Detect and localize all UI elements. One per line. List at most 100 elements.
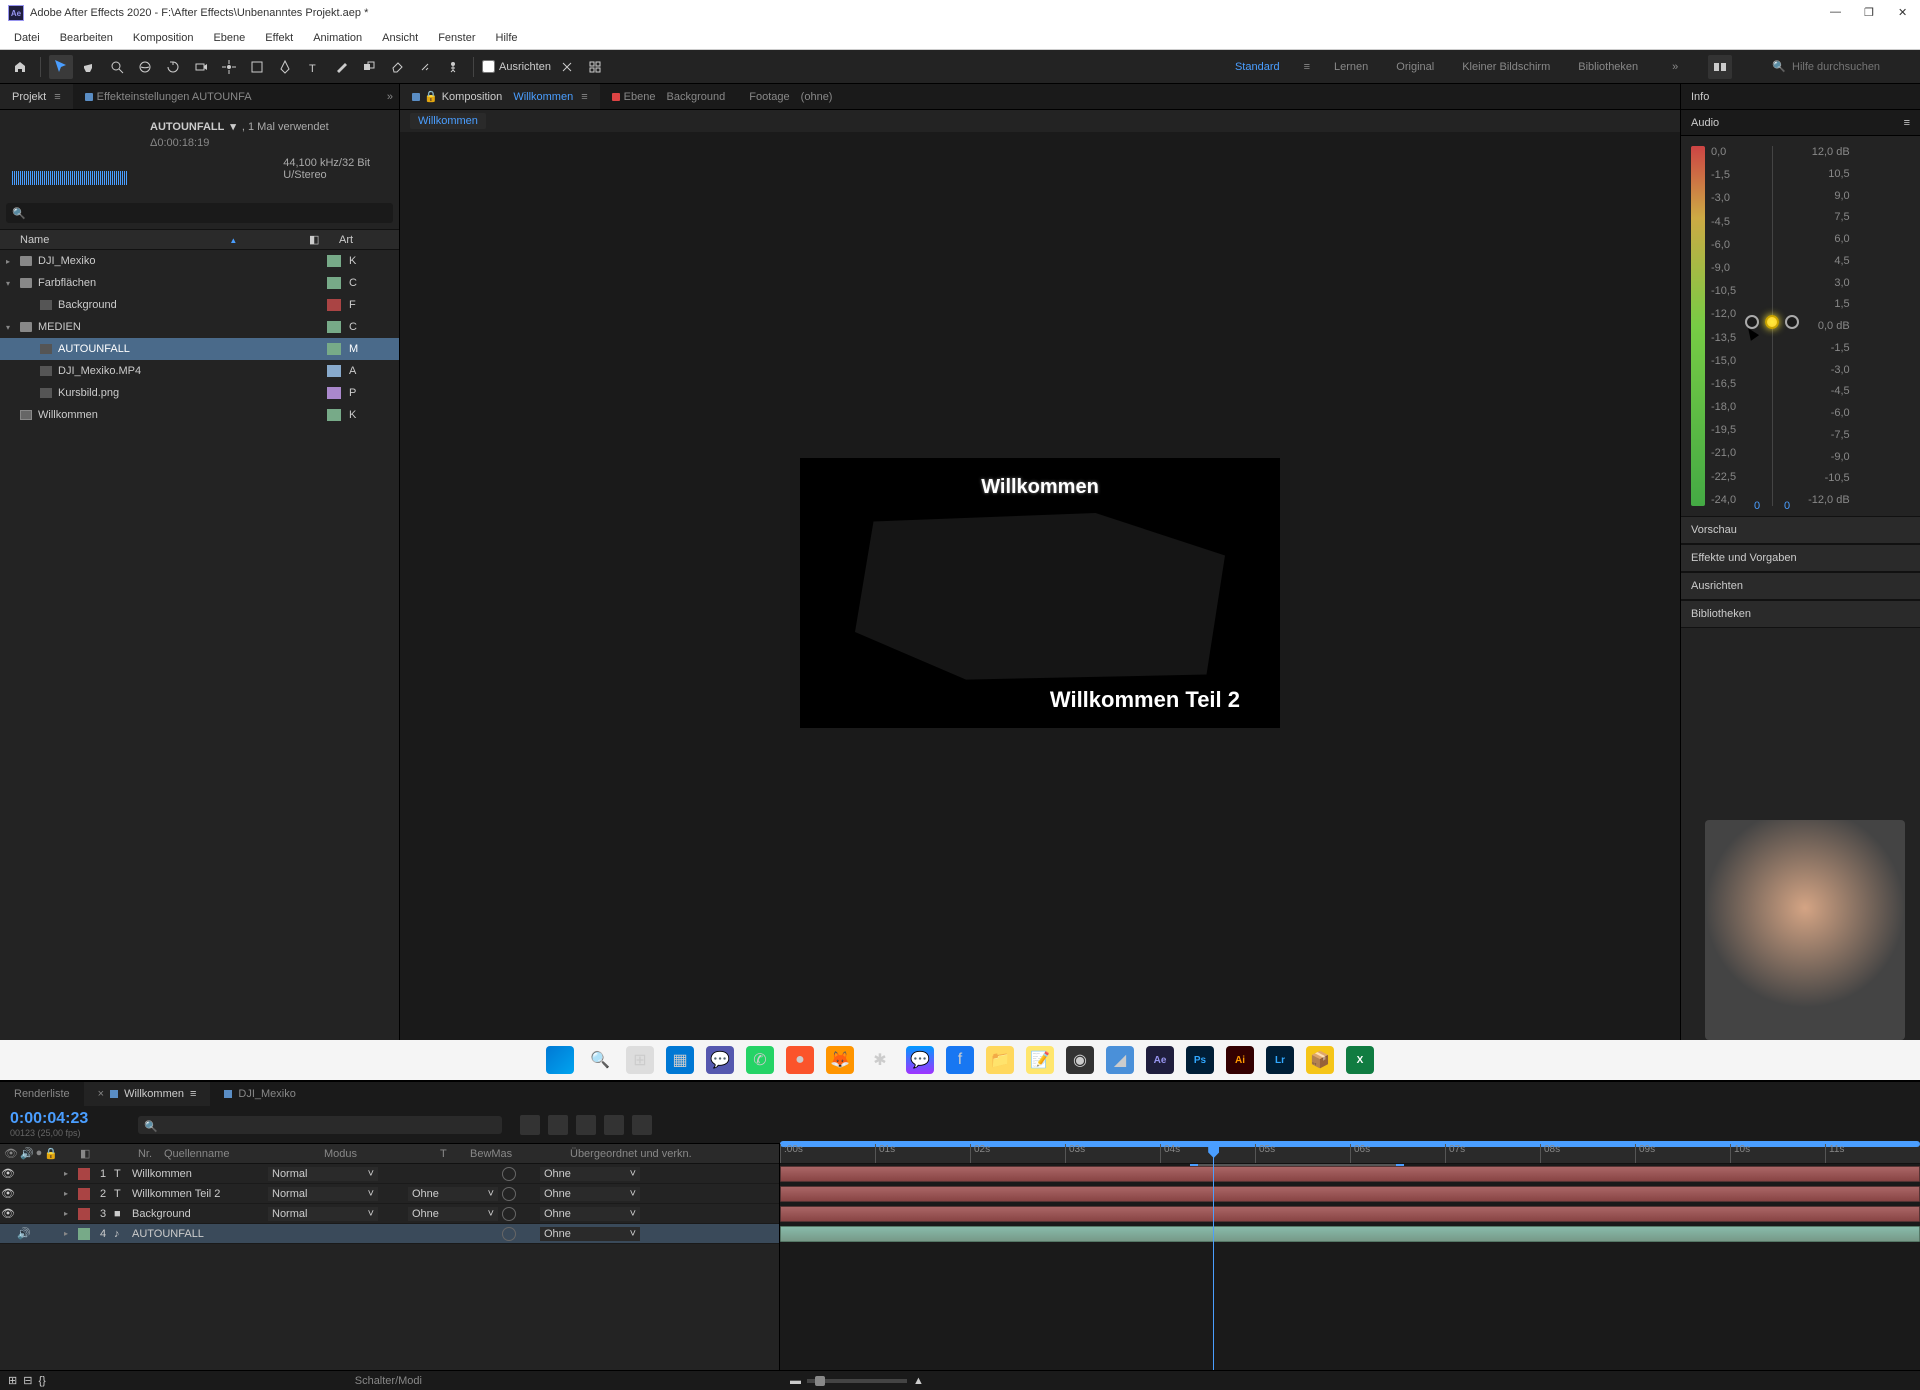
- puppet-tool[interactable]: [441, 55, 465, 79]
- ruler[interactable]: :00s01s02s03s04s05s06s07s08s09s10s11s12s: [780, 1144, 1920, 1164]
- ps-taskbar-icon[interactable]: Ps: [1186, 1046, 1214, 1074]
- start-icon[interactable]: [546, 1046, 574, 1074]
- minimize-button[interactable]: —: [1830, 6, 1844, 20]
- audio-header[interactable]: Audio≡: [1681, 110, 1920, 136]
- search-taskbar-icon[interactable]: 🔍: [586, 1046, 614, 1074]
- widgets-icon[interactable]: ▦: [666, 1046, 694, 1074]
- bibliotheken-header[interactable]: Bibliotheken: [1681, 600, 1920, 628]
- speaker-col-icon[interactable]: 🔊: [20, 1147, 34, 1160]
- zoom-slider[interactable]: [807, 1379, 907, 1383]
- tab-willkommen[interactable]: × Willkommen ≡: [84, 1082, 211, 1106]
- camera-tool[interactable]: [189, 55, 213, 79]
- obs-icon[interactable]: ◉: [1066, 1046, 1094, 1074]
- panel-overflow[interactable]: »: [381, 91, 399, 103]
- snap-icon[interactable]: [555, 55, 579, 79]
- menu-animation[interactable]: Animation: [303, 32, 372, 44]
- workspace-original[interactable]: Original: [1392, 61, 1438, 73]
- parent-select[interactable]: Ohne˅: [540, 1227, 640, 1241]
- switch-icon2[interactable]: ⊟: [23, 1374, 32, 1387]
- menu-ansicht[interactable]: Ansicht: [372, 32, 428, 44]
- layer-switch-icon[interactable]: [604, 1115, 624, 1135]
- vorschau-header[interactable]: Vorschau: [1681, 516, 1920, 544]
- zoom-tool[interactable]: [105, 55, 129, 79]
- roto-tool[interactable]: [413, 55, 437, 79]
- orbit-tool[interactable]: [133, 55, 157, 79]
- ausrichten-header[interactable]: Ausrichten: [1681, 572, 1920, 600]
- track-area[interactable]: :00s01s02s03s04s05s06s07s08s09s10s11s12s: [780, 1144, 1920, 1370]
- dropdown-icon[interactable]: ▾: [230, 120, 236, 133]
- parent-select[interactable]: Ohne˅: [540, 1187, 640, 1201]
- grid-icon[interactable]: [583, 55, 607, 79]
- blur-icon[interactable]: [548, 1115, 568, 1135]
- graph-icon[interactable]: [576, 1115, 596, 1135]
- playhead[interactable]: [1213, 1144, 1214, 1370]
- tab-dji-mexiko[interactable]: DJI_Mexiko: [210, 1082, 309, 1106]
- zoom-in-icon[interactable]: ▲: [913, 1375, 924, 1387]
- track-bar-1[interactable]: [780, 1166, 1920, 1182]
- timeline-search[interactable]: [138, 1116, 502, 1134]
- tag-header-icon[interactable]: ◧: [309, 233, 339, 246]
- messenger-icon[interactable]: 💬: [906, 1046, 934, 1074]
- app2-icon[interactable]: ◢: [1106, 1046, 1134, 1074]
- workspace-standard[interactable]: Standard: [1231, 61, 1284, 73]
- tree-item-willkommen[interactable]: Willkommen K: [0, 404, 399, 426]
- tab-renderliste[interactable]: Renderliste: [0, 1082, 84, 1106]
- menu-fenster[interactable]: Fenster: [428, 32, 485, 44]
- project-tree[interactable]: ▸ DJI_Mexiko K ▾ Farbflächen C Backgroun…: [0, 250, 399, 1054]
- tree-item-medien[interactable]: ▾ MEDIEN C: [0, 316, 399, 338]
- ai-taskbar-icon[interactable]: Ai: [1226, 1046, 1254, 1074]
- eraser-tool[interactable]: [385, 55, 409, 79]
- workspace-lernen[interactable]: Lernen: [1330, 61, 1372, 73]
- taskview-icon[interactable]: ⊞: [626, 1046, 654, 1074]
- lock-col-icon[interactable]: 🔒: [44, 1147, 58, 1160]
- solo-col-icon[interactable]: ●: [36, 1147, 43, 1160]
- lr-taskbar-icon[interactable]: Lr: [1266, 1046, 1294, 1074]
- excel-icon[interactable]: X: [1346, 1046, 1374, 1074]
- tree-item-dji-mexiko-mp4[interactable]: DJI_Mexiko.MP4 A: [0, 360, 399, 382]
- tab-ebene[interactable]: Ebene Background: [600, 84, 738, 109]
- layer-row-3[interactable]: 👁 ▸ 3 ■ Background Normal˅ Ohne˅ Ohne˅: [0, 1204, 779, 1224]
- bew-select[interactable]: Ohne˅: [408, 1187, 498, 1201]
- parent-select[interactable]: Ohne˅: [540, 1167, 640, 1181]
- maximize-button[interactable]: ❐: [1864, 6, 1878, 20]
- ae-taskbar-icon[interactable]: Ae: [1146, 1046, 1174, 1074]
- flag-col-icon[interactable]: ◧: [80, 1148, 90, 1160]
- tab-close-icon[interactable]: ×: [98, 1088, 104, 1100]
- tab-effekteinstellungen[interactable]: Effekteinstellungen AUTOUNFA: [73, 84, 381, 109]
- rect-tool[interactable]: [245, 55, 269, 79]
- shy-icon[interactable]: [520, 1115, 540, 1135]
- slider-handle-right[interactable]: [1785, 315, 1799, 329]
- bew-select[interactable]: Ohne˅: [408, 1207, 498, 1221]
- tab-projekt[interactable]: Projekt≡: [0, 84, 73, 109]
- hand-tool[interactable]: [77, 55, 101, 79]
- pen-tool[interactable]: [273, 55, 297, 79]
- effekte-header[interactable]: Effekte und Vorgaben: [1681, 544, 1920, 572]
- switch-icon1[interactable]: ⊞: [8, 1374, 17, 1387]
- tree-item-autounfall[interactable]: AUTOUNFALL M: [0, 338, 399, 360]
- whatsapp-icon[interactable]: ✆: [746, 1046, 774, 1074]
- tree-item-kursbild-png[interactable]: Kursbild.png P: [0, 382, 399, 404]
- mode-select[interactable]: Normal˅: [268, 1167, 378, 1181]
- firefox-icon[interactable]: 🦊: [826, 1046, 854, 1074]
- teams-icon[interactable]: 💬: [706, 1046, 734, 1074]
- switch-icon3[interactable]: {}: [38, 1375, 45, 1387]
- menu-komposition[interactable]: Komposition: [123, 32, 204, 44]
- workspace-reset-icon[interactable]: [1708, 55, 1732, 79]
- menu-hilfe[interactable]: Hilfe: [486, 32, 528, 44]
- clone-tool[interactable]: [357, 55, 381, 79]
- parent-whip-icon[interactable]: [502, 1167, 516, 1181]
- eye-col-icon[interactable]: 👁: [4, 1147, 18, 1160]
- selection-tool[interactable]: [49, 55, 73, 79]
- tree-item-farbfl-chen[interactable]: ▾ Farbflächen C: [0, 272, 399, 294]
- timeline-time[interactable]: 0:00:04:23: [10, 1110, 120, 1128]
- workspace-klein[interactable]: Kleiner Bildschirm: [1458, 61, 1554, 73]
- anchor-tool[interactable]: [217, 55, 241, 79]
- home-icon[interactable]: [8, 55, 32, 79]
- brush-tool[interactable]: [329, 55, 353, 79]
- track-bar-4[interactable]: [780, 1226, 1920, 1242]
- tree-item-dji-mexiko[interactable]: ▸ DJI_Mexiko K: [0, 250, 399, 272]
- brave-icon[interactable]: ●: [786, 1046, 814, 1074]
- track-bar-3[interactable]: [780, 1206, 1920, 1222]
- tab-footage[interactable]: Footage (ohne): [737, 84, 844, 109]
- mode-select[interactable]: Normal˅: [268, 1187, 378, 1201]
